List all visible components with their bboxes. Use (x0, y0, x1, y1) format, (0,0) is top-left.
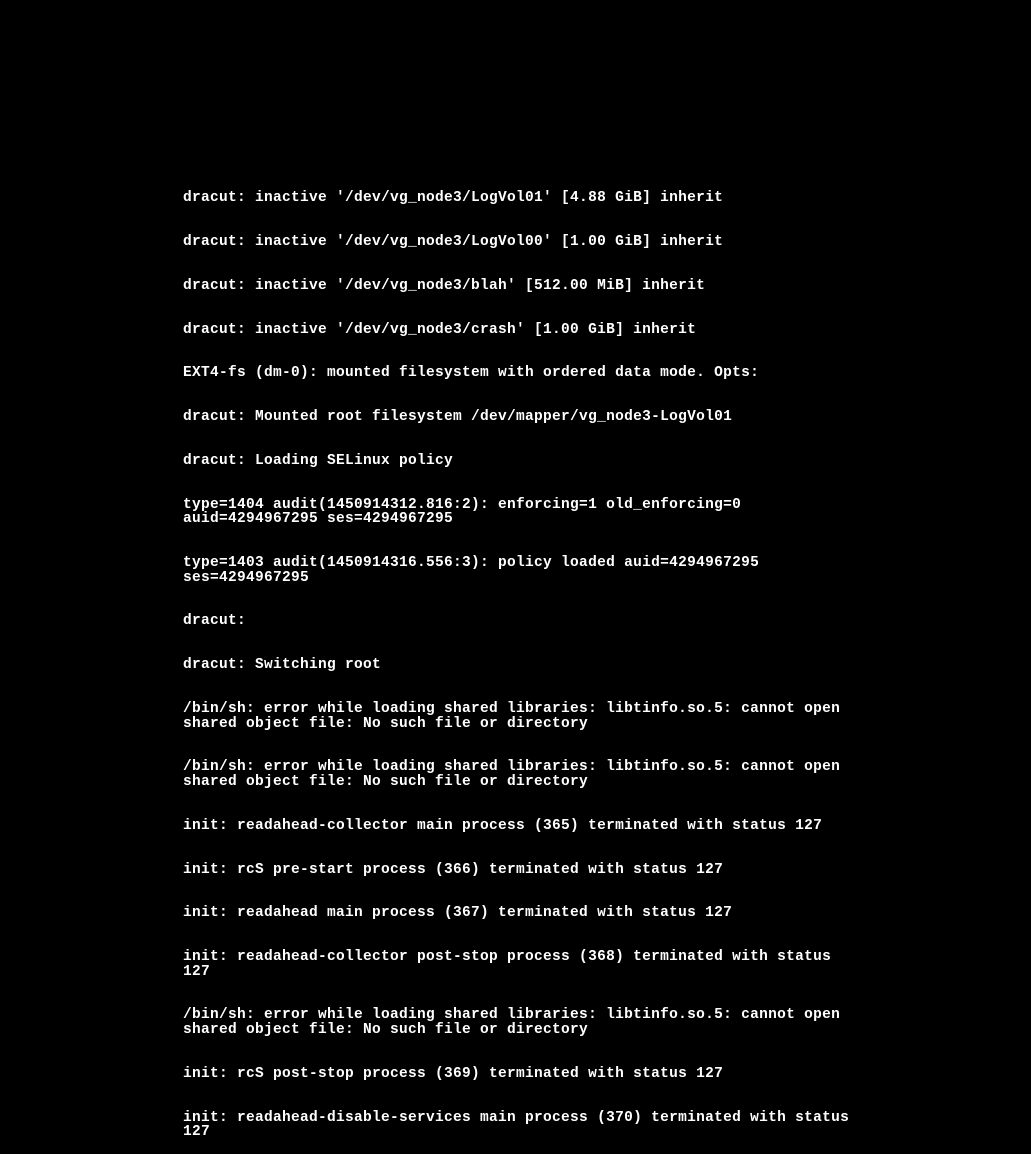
console-line: init: readahead-collector post-stop proc… (183, 950, 863, 979)
console-line: /bin/sh: error while loading shared libr… (183, 702, 863, 731)
console-line: type=1404 audit(1450914312.816:2): enfor… (183, 498, 863, 527)
console-line: type=1403 audit(1450914316.556:3): polic… (183, 556, 863, 585)
console-line: init: rcS pre-start process (366) termin… (183, 863, 863, 878)
console-line: init: readahead-collector main process (… (183, 819, 863, 834)
console-line: dracut: (183, 614, 863, 629)
console-line: /bin/sh: error while loading shared libr… (183, 760, 863, 789)
console-line: init: readahead main process (367) termi… (183, 906, 863, 921)
console-line: dracut: inactive '/dev/vg_node3/crash' [… (183, 323, 863, 338)
console-line: dracut: inactive '/dev/vg_node3/LogVol01… (183, 191, 863, 206)
console-line: /bin/sh: error while loading shared libr… (183, 1008, 863, 1037)
console-line: dracut: inactive '/dev/vg_node3/blah' [5… (183, 279, 863, 294)
console-line: dracut: Mounted root filesystem /dev/map… (183, 410, 863, 425)
console-line: dracut: inactive '/dev/vg_node3/LogVol00… (183, 235, 863, 250)
boot-console: dracut: inactive '/dev/vg_node3/LogVol01… (183, 162, 863, 1154)
console-line: dracut: Switching root (183, 658, 863, 673)
console-line: dracut: Loading SELinux policy (183, 454, 863, 469)
console-line: init: readahead-disable-services main pr… (183, 1111, 863, 1140)
console-line: init: rcS post-stop process (369) termin… (183, 1067, 863, 1082)
console-line: EXT4-fs (dm-0): mounted filesystem with … (183, 366, 863, 381)
